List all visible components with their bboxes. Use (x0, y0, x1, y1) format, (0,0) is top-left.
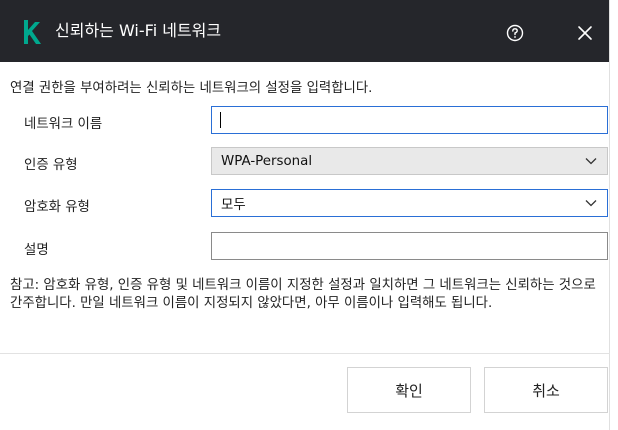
note-text: 참고: 암호화 유형, 인증 유형 및 네트워크 이름이 지정한 설정과 일치하… (10, 278, 596, 311)
ok-button[interactable]: 확인 (347, 367, 471, 413)
auth-type-value: WPA-Personal (221, 153, 313, 169)
auth-type-label: 인증 유형 (24, 158, 78, 173)
auth-type-select[interactable]: WPA-Personal (211, 147, 608, 175)
chevron-down-icon (584, 196, 598, 210)
encryption-type-value: 모두 (221, 198, 246, 213)
network-name-input[interactable] (211, 106, 608, 134)
description-label: 설명 (24, 243, 49, 258)
chevron-down-icon (584, 154, 598, 168)
help-button[interactable] (500, 18, 530, 48)
kaspersky-k-logo (24, 20, 41, 44)
title-bar: 신뢰하는 Wi-Fi 네트워크 (0, 0, 609, 62)
intro-text: 연결 권한을 부여하려는 신뢰하는 네트워크의 설정을 입력합니다. (10, 81, 373, 96)
cancel-button[interactable]: 취소 (484, 367, 608, 413)
close-button[interactable] (570, 18, 600, 48)
encryption-type-label: 암호화 유형 (24, 200, 90, 215)
network-name-label: 네트워크 이름 (24, 117, 103, 132)
help-circle-icon (506, 24, 524, 42)
close-icon (578, 26, 592, 40)
encryption-type-select[interactable]: 모두 (211, 189, 608, 217)
window-title: 신뢰하는 Wi-Fi 네트워크 (55, 21, 222, 40)
description-input[interactable] (211, 232, 608, 260)
trusted-wifi-dialog: 신뢰하는 Wi-Fi 네트워크 연결 권한을 부여하려는 신뢰하는 네트워크의 … (0, 0, 610, 430)
footer-divider (0, 353, 610, 354)
text-caret (220, 112, 221, 128)
